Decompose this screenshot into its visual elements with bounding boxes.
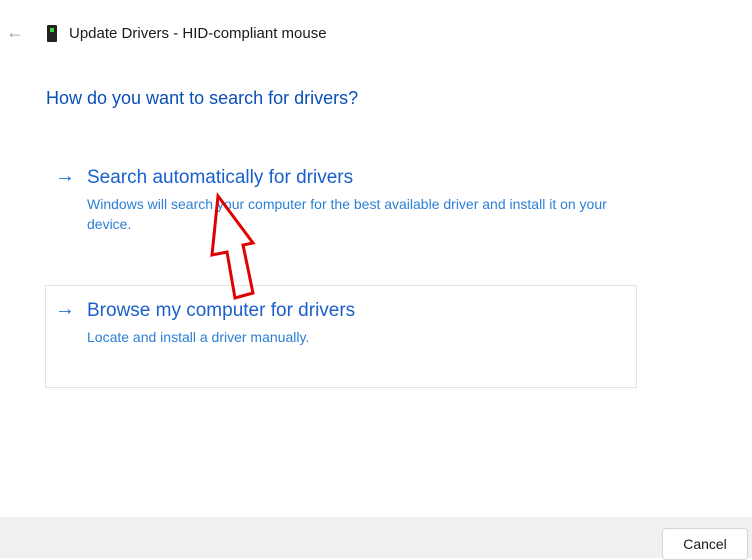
page-heading: How do you want to search for drivers?	[46, 88, 359, 108]
browse-computer-option[interactable]: → Browse my computer for drivers Locate …	[45, 285, 637, 388]
option-description: Locate and install a driver manually.	[87, 329, 310, 345]
back-arrow-icon[interactable]: ←	[6, 22, 24, 43]
option-title: Search automatically for drivers	[87, 167, 354, 188]
option-title: Browse my computer for drivers	[87, 300, 356, 321]
search-automatically-option[interactable]: → Search automatically for drivers Windo…	[45, 152, 635, 255]
window-title: Update Drivers - HID-compliant mouse	[69, 25, 327, 42]
red-arrow-annotation-icon	[210, 192, 256, 300]
arrow-right-icon: →	[55, 165, 75, 187]
cancel-button[interactable]: Cancel	[662, 528, 748, 560]
arrow-right-icon: →	[55, 298, 75, 320]
device-icon	[47, 25, 57, 42]
footer-bar	[0, 517, 752, 558]
option-description: Windows will search your computer for th…	[87, 196, 607, 232]
